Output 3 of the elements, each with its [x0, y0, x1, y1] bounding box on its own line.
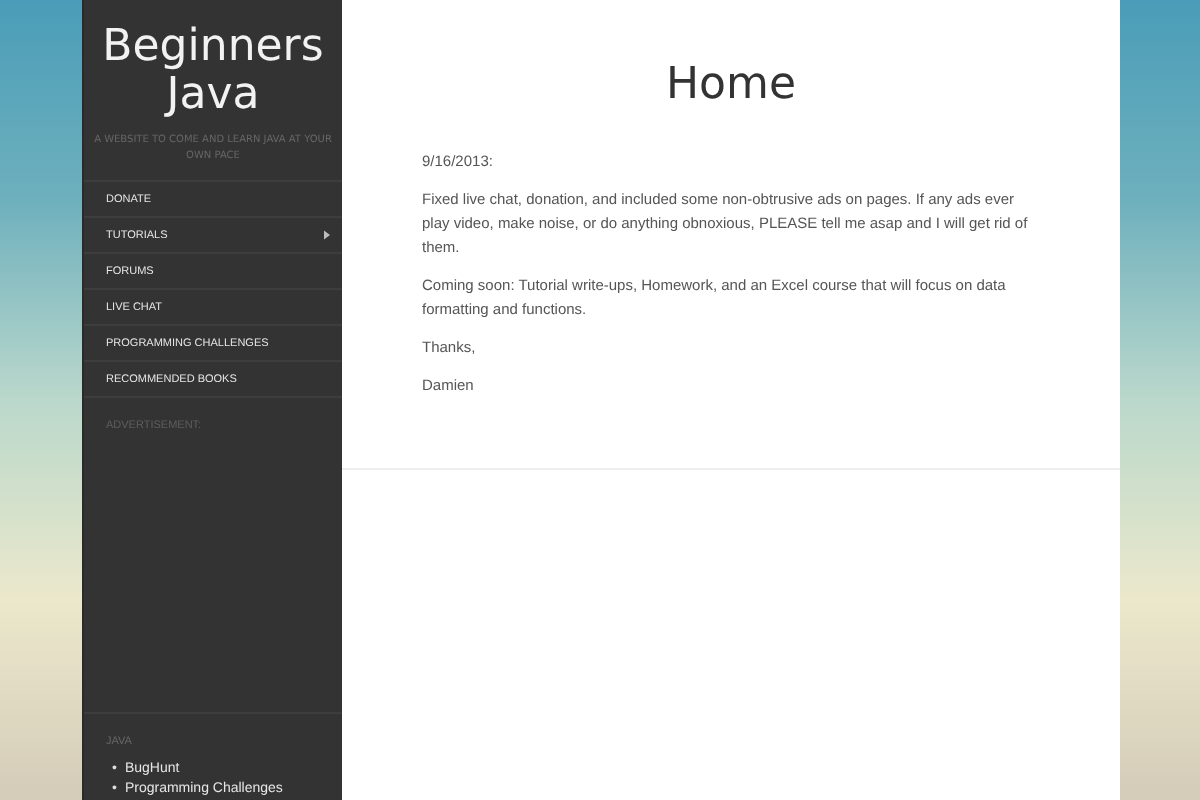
site-title[interactable]: Beginners Java — [84, 0, 342, 120]
page-title: Home — [664, 60, 798, 110]
caret-icon[interactable] — [324, 230, 330, 240]
